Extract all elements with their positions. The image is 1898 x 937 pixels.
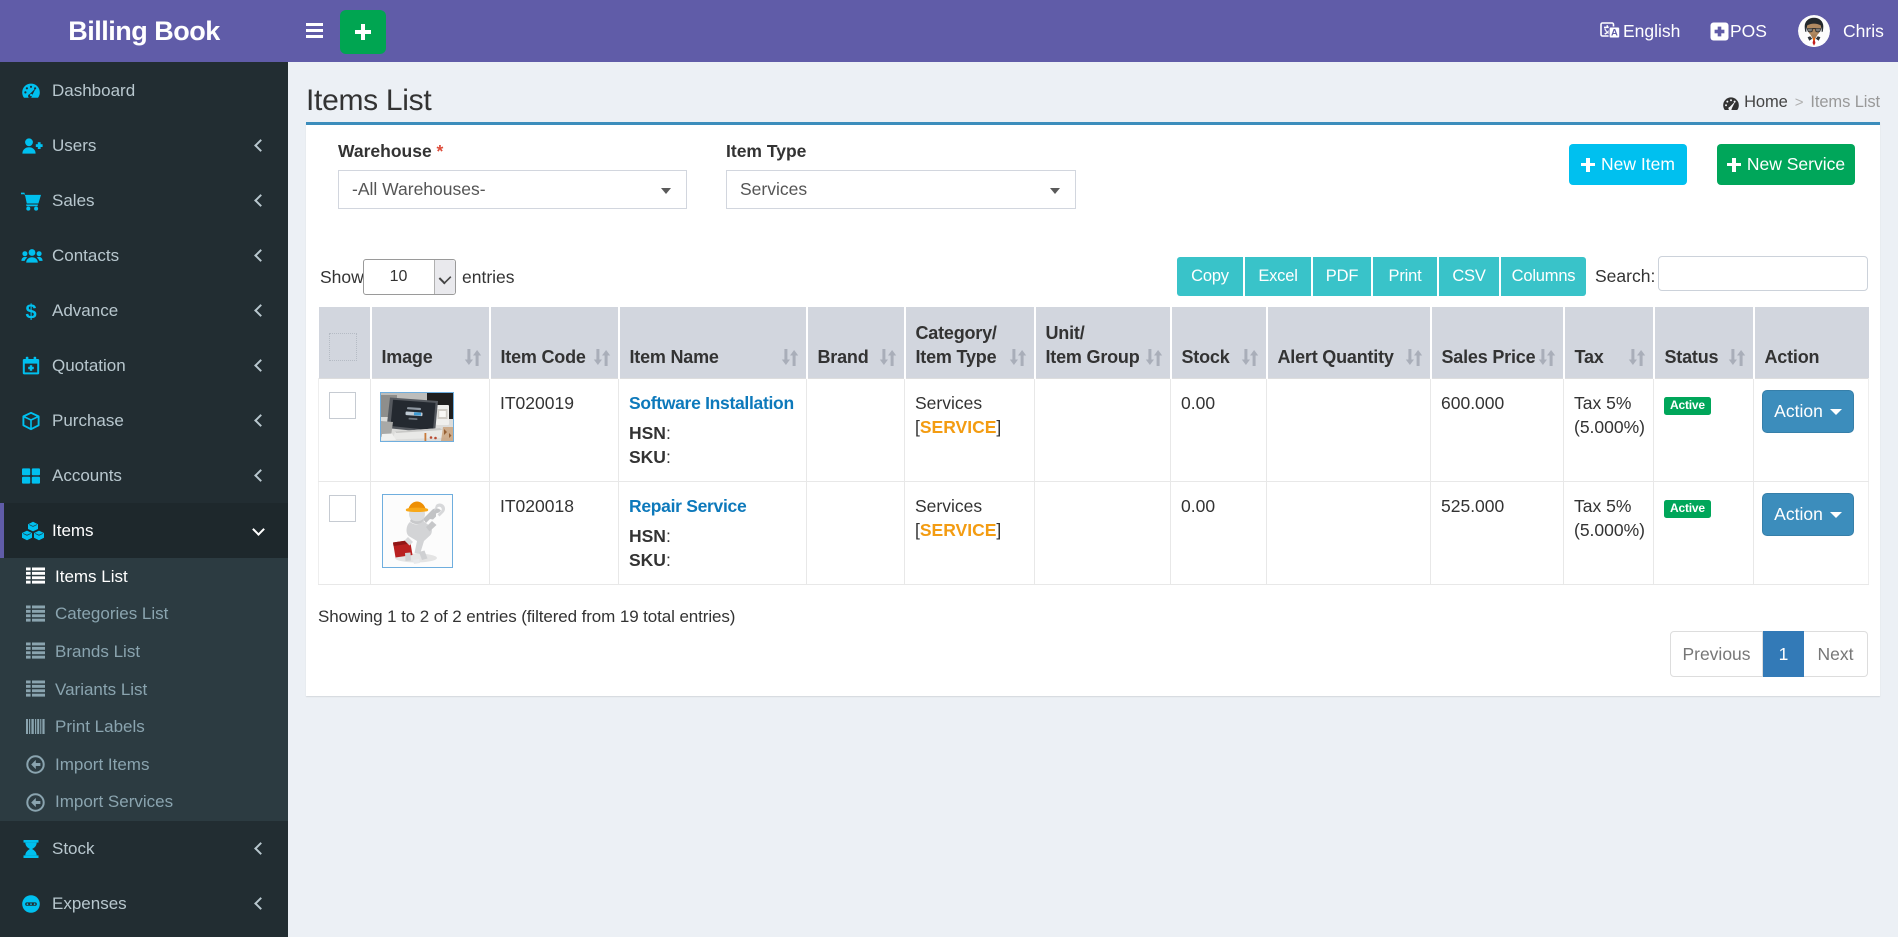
svg-text:$: $ — [25, 301, 36, 323]
svg-text:A: A — [1611, 28, 1618, 39]
